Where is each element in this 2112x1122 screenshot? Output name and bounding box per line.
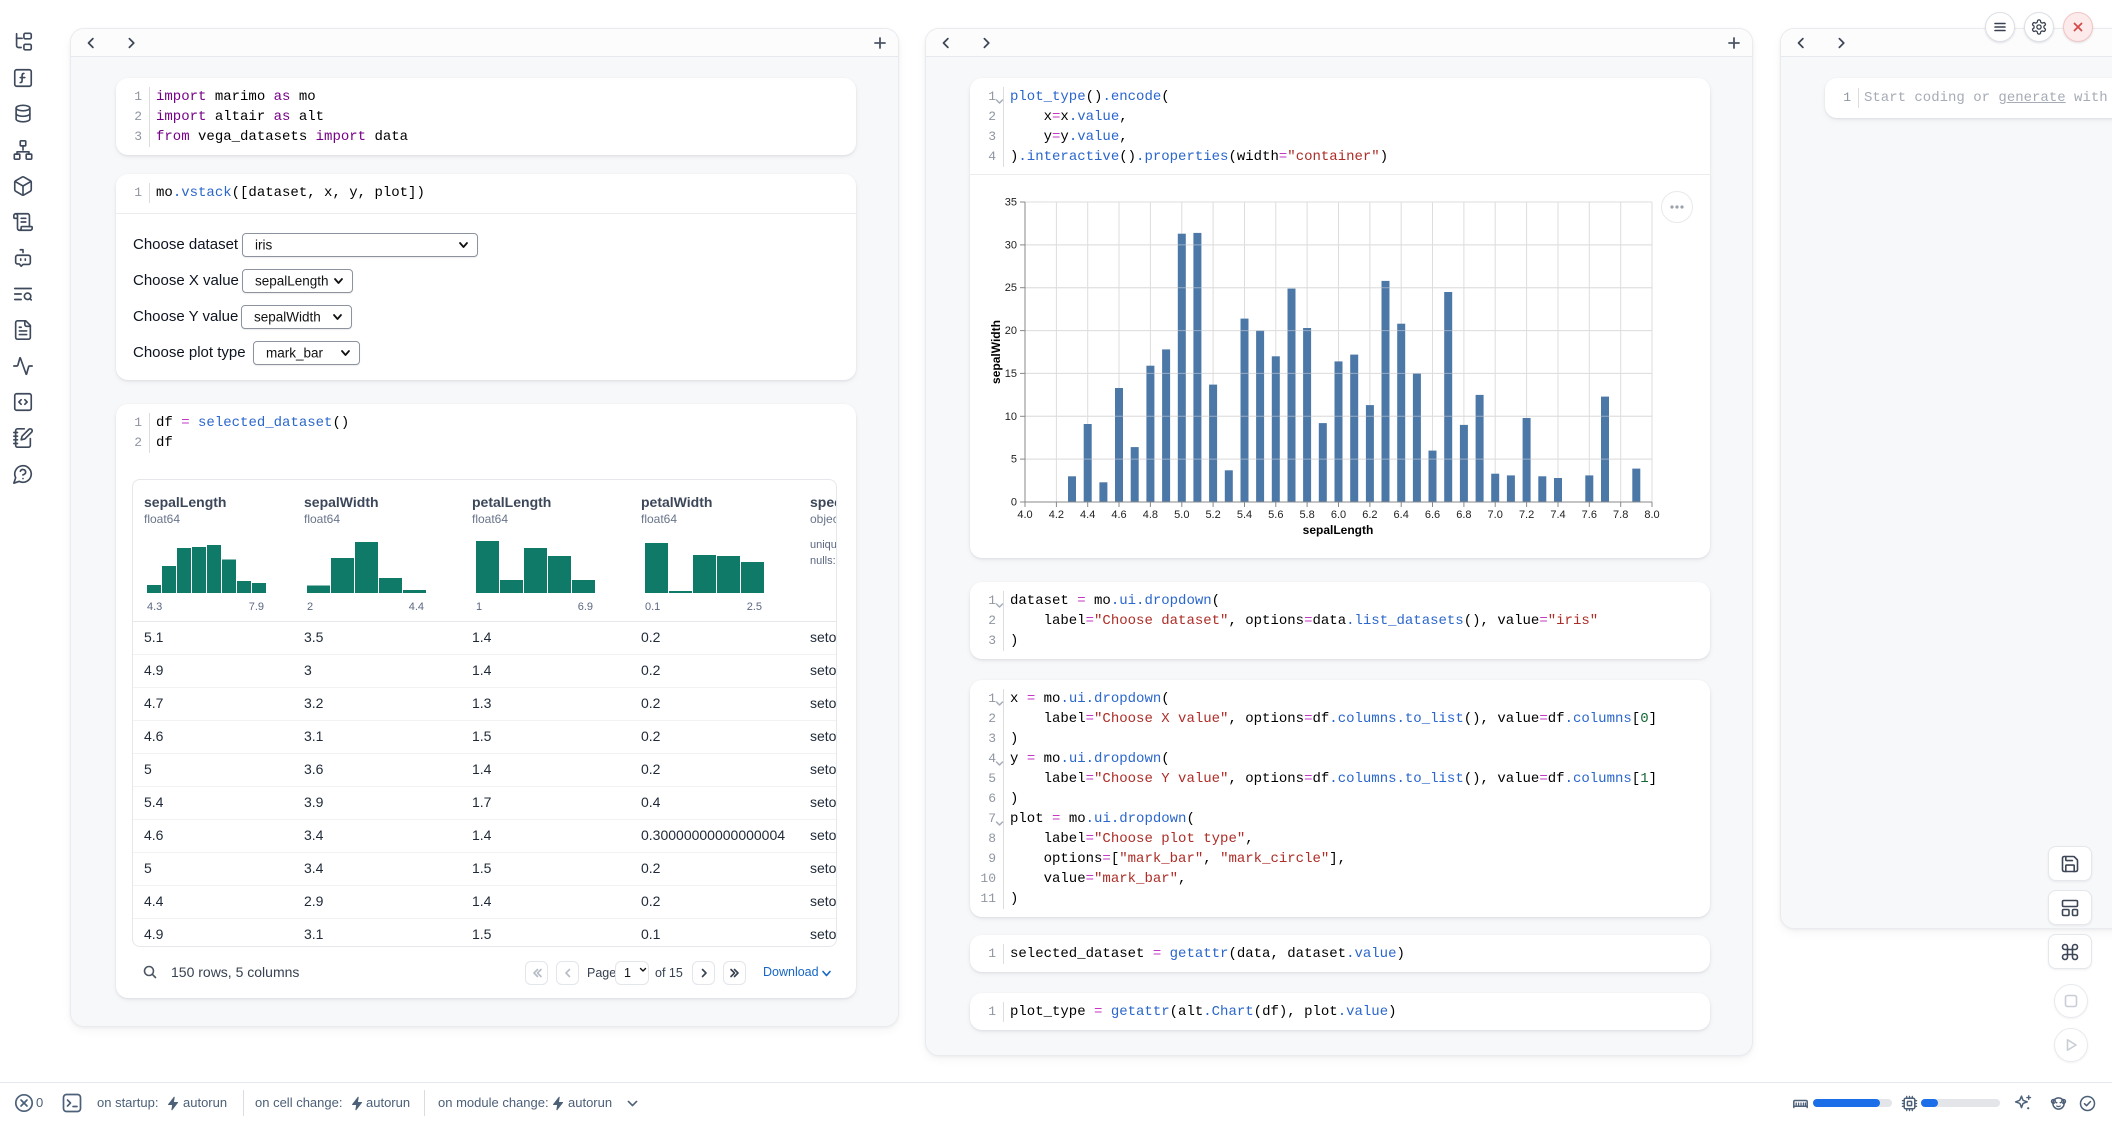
svg-text:sepalWidth: sepalWidth xyxy=(989,320,1003,384)
svg-text:6.2: 6.2 xyxy=(1362,509,1377,521)
svg-text:4.6: 4.6 xyxy=(1111,509,1126,521)
svg-text:5.6: 5.6 xyxy=(1268,509,1283,521)
svg-text:5.8: 5.8 xyxy=(1299,509,1314,521)
svg-text:35: 35 xyxy=(1005,197,1017,209)
svg-text:4.0: 4.0 xyxy=(1017,509,1032,521)
svg-text:30: 30 xyxy=(1005,239,1017,251)
svg-text:6.8: 6.8 xyxy=(1456,509,1471,521)
svg-text:8.0: 8.0 xyxy=(1644,509,1659,521)
svg-text:15: 15 xyxy=(1005,368,1017,380)
svg-text:6.6: 6.6 xyxy=(1425,509,1440,521)
svg-text:4.8: 4.8 xyxy=(1143,509,1158,521)
svg-text:4.2: 4.2 xyxy=(1049,509,1064,521)
svg-text:5.2: 5.2 xyxy=(1205,509,1220,521)
svg-text:25: 25 xyxy=(1005,282,1017,294)
svg-text:0: 0 xyxy=(1011,497,1017,509)
svg-text:sepalLength: sepalLength xyxy=(1303,523,1374,537)
svg-text:7.4: 7.4 xyxy=(1550,509,1565,521)
svg-text:5.0: 5.0 xyxy=(1174,509,1189,521)
svg-text:6.0: 6.0 xyxy=(1331,509,1346,521)
svg-text:5.4: 5.4 xyxy=(1237,509,1252,521)
svg-text:7.6: 7.6 xyxy=(1582,509,1597,521)
svg-text:7.8: 7.8 xyxy=(1613,509,1628,521)
svg-text:7.2: 7.2 xyxy=(1519,509,1534,521)
svg-text:7.0: 7.0 xyxy=(1488,509,1503,521)
svg-text:6.4: 6.4 xyxy=(1394,509,1409,521)
svg-text:4.4: 4.4 xyxy=(1080,509,1095,521)
svg-text:20: 20 xyxy=(1005,325,1017,337)
svg-text:10: 10 xyxy=(1005,411,1017,423)
svg-text:5: 5 xyxy=(1011,454,1017,466)
